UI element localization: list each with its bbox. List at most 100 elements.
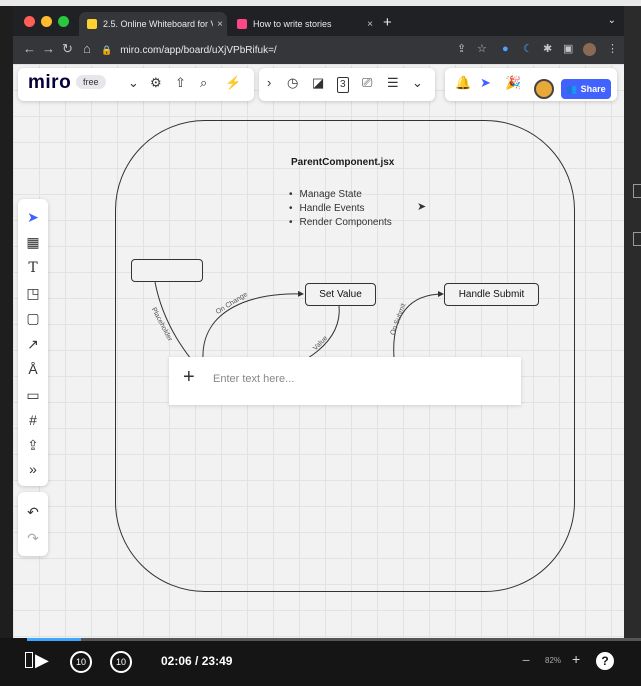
share-label: Share (580, 84, 606, 94)
more-tools-icon[interactable]: » (18, 461, 48, 477)
timer-icon[interactable]: ◷ (287, 76, 298, 90)
tab-title: How to write stories (253, 19, 332, 29)
playback-time: 02:06 / 23:49 (161, 654, 232, 668)
pen-tool-icon[interactable]: Å (18, 361, 48, 377)
plus-icon: + (183, 366, 195, 388)
current-time: 02:06 (161, 654, 192, 668)
notes-icon[interactable]: ☰ (387, 76, 399, 90)
tab-close-icon[interactable]: × (363, 19, 377, 30)
sticky-note-tool-icon[interactable]: ◳ (18, 285, 48, 301)
handle-submit-node[interactable]: Handle Submit (444, 283, 539, 306)
extension-drop-icon[interactable]: ● (502, 43, 509, 55)
input-placeholder: Enter text here... (213, 373, 295, 385)
url-text: miro.com/app/board/uXjVPbRifuk=/ (120, 44, 277, 56)
seek-progress (27, 638, 81, 641)
minimize-window-button[interactable] (41, 16, 52, 27)
browser-toolbar: ← → ↻ ⌂ 🔒 miro.com/app/board/uXjVPbRifuk… (13, 36, 624, 64)
screen: { "browser": { "tabs": [ {"title": "2.5.… (0, 0, 641, 686)
settings-gear-icon[interactable]: ⚙ (150, 76, 162, 90)
search-icon[interactable]: ⌕ (200, 76, 207, 90)
bookmark-star-icon[interactable]: ☆ (477, 43, 487, 55)
estimate-icon[interactable]: ◪ (312, 76, 324, 90)
seek-bar[interactable] (27, 638, 641, 641)
background-window-edge (624, 6, 641, 638)
address-bar[interactable]: 🔒 miro.com/app/board/uXjVPbRifuk=/ (101, 40, 501, 60)
edge-icon (633, 232, 641, 246)
presentation-icon[interactable]: ⎚ (362, 76, 372, 90)
chevron-down-icon[interactable]: ⌄ (412, 76, 423, 90)
skip-back-button[interactable]: 10 (70, 651, 92, 673)
video-player-controls: ▶ 10 10 02:06 / 23:49 − 82% + ? (0, 638, 641, 686)
comment-tool-icon[interactable]: ▭ (18, 387, 48, 403)
tab-search-icon[interactable]: ⌄ (608, 15, 616, 26)
miro-logo[interactable]: miro (28, 72, 71, 94)
select-tool-icon[interactable]: ➤ (18, 209, 48, 225)
chevron-down-icon[interactable]: ⌄ (128, 76, 139, 90)
zoom-in-button[interactable]: + (572, 651, 580, 667)
miro-app[interactable]: ParentComponent.jsx Manage State Handle … (13, 64, 624, 638)
tab-strip: 2.5. Online Whiteboard for Vis × How to … (13, 6, 624, 36)
captions-box-icon (25, 652, 33, 668)
duration: 23:49 (201, 654, 233, 668)
on-change-connector (202, 290, 304, 360)
text-tool-icon[interactable]: T (18, 260, 48, 276)
new-tab-button[interactable]: + (383, 14, 392, 31)
tab-title: 2.5. Online Whiteboard for Vis (103, 19, 213, 29)
reload-icon[interactable]: ↻ (62, 42, 73, 56)
lock-icon: 🔒 (101, 44, 113, 55)
connector-layer (154, 281, 444, 383)
chevron-right-icon[interactable]: › (267, 76, 271, 90)
reactions-icon[interactable]: 🎉 (505, 76, 521, 90)
browser-window: 2.5. Online Whiteboard for Vis × How to … (13, 6, 624, 638)
miro-favicon-icon (87, 19, 97, 29)
tab-how-to-write-stories[interactable]: How to write stories × (229, 12, 377, 36)
plug-icon[interactable]: ⚡ (225, 76, 241, 90)
extension-moon-icon[interactable]: ☾ (523, 43, 533, 55)
back-arrow-icon[interactable]: ← (23, 42, 36, 56)
undo-icon[interactable]: ↶ (18, 504, 48, 520)
forward-arrow-icon[interactable]: → (42, 42, 55, 56)
user-avatar[interactable] (534, 79, 554, 99)
frame-tool-icon[interactable]: # (18, 412, 48, 428)
extensions-puzzle-icon[interactable]: ✱ (543, 43, 552, 55)
play-button[interactable]: ▶ (25, 650, 49, 670)
edge-icon (633, 184, 641, 198)
mouse-cursor-icon: ➤ (417, 201, 427, 213)
tab-close-icon[interactable]: × (213, 19, 227, 30)
cursor-follow-icon[interactable]: ➤ (480, 76, 491, 90)
redo-icon[interactable]: ↷ (18, 530, 48, 546)
skip-back-label: 10 (75, 657, 86, 667)
home-icon[interactable]: ⌂ (83, 42, 91, 56)
upload-icon[interactable]: ⇧ (175, 76, 186, 90)
board-menu-panel: miro free ⌄ ⚙ ⇧ ⌕ ⚡ (18, 68, 254, 101)
zoom-out-button[interactable]: − (522, 652, 530, 668)
time-separator: / (195, 654, 199, 668)
share-users-icon: 👥 (566, 83, 578, 94)
plan-badge[interactable]: free (76, 75, 106, 89)
browser-menu-icon[interactable]: ⋮ (607, 43, 618, 55)
close-window-button[interactable] (24, 16, 35, 27)
templates-tool-icon[interactable]: ▦ (18, 234, 48, 250)
profile-avatar-icon[interactable] (583, 43, 596, 56)
share-button[interactable]: 👥 Share (561, 79, 611, 99)
tab-miro-board[interactable]: 2.5. Online Whiteboard for Vis × (79, 12, 227, 36)
voting-icon[interactable]: 3 (337, 77, 349, 93)
help-icon[interactable]: ? (596, 652, 614, 670)
storybook-favicon-icon (237, 19, 247, 29)
text-input-card[interactable]: + Enter text here... (169, 357, 521, 405)
share-page-icon[interactable]: ⇪ (457, 43, 466, 55)
connection-line-tool-icon[interactable]: ↗ (18, 336, 48, 352)
sidebar-icon[interactable]: ▣ (563, 43, 573, 55)
maximize-window-button[interactable] (58, 16, 69, 27)
collaboration-tools-panel: › ◷ ◪ 3 ⎚ ☰ ⌄ (259, 68, 435, 101)
placeholder-node[interactable] (131, 259, 203, 282)
upload-tool-icon[interactable]: ⇪ (18, 437, 48, 453)
creation-toolbar: ➤ ▦ T ◳ ▢ ↗ Å ▭ # ⇪ » (18, 199, 48, 486)
play-icon: ▶ (35, 650, 49, 670)
notification-bell-icon[interactable]: 🔔 (455, 76, 471, 90)
set-value-node[interactable]: Set Value (305, 283, 376, 306)
zoom-level: 82% (545, 656, 562, 665)
undo-redo-panel: ↶ ↷ (18, 492, 48, 556)
skip-forward-button[interactable]: 10 (110, 651, 132, 673)
shape-tool-icon[interactable]: ▢ (18, 310, 48, 326)
